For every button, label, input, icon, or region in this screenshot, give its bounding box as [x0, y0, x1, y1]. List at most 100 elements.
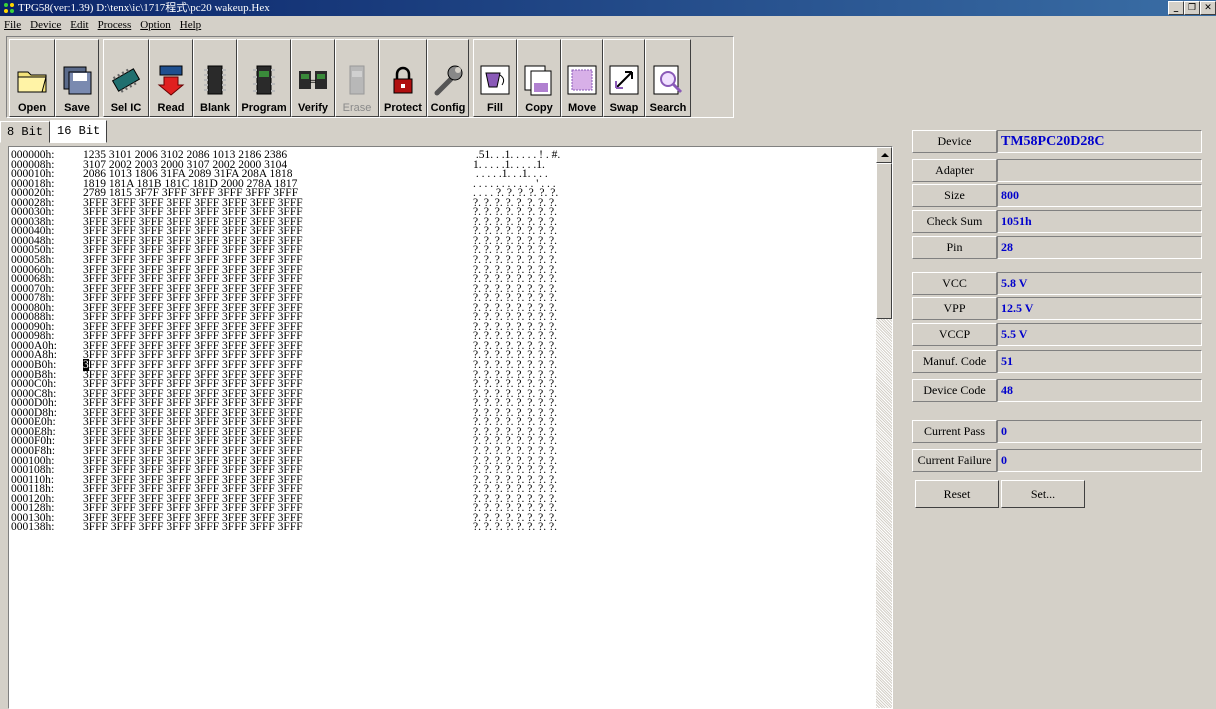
pin-label: Pin [912, 236, 997, 259]
current-failure-label: Current Failure [912, 449, 997, 472]
vertical-scrollbar[interactable] [876, 147, 892, 708]
size-label: Size [912, 184, 997, 207]
svg-text:=: = [309, 77, 317, 87]
menu-process[interactable]: Process [98, 19, 132, 31]
menu-help[interactable]: Help [180, 19, 201, 31]
checksum-value: 1051h [997, 210, 1202, 233]
menu-device[interactable]: Device [30, 19, 61, 31]
reset-button[interactable]: Reset [915, 480, 999, 508]
chip-icon [111, 68, 141, 93]
menu-option[interactable]: Option [140, 19, 171, 31]
scroll-up-button[interactable] [876, 147, 892, 163]
verify-button[interactable]: = Verify [291, 39, 335, 117]
hex-address: 000138h: [11, 521, 55, 534]
copy-icon [524, 65, 552, 96]
verify-icon: = [299, 71, 327, 89]
fill-icon [480, 65, 510, 95]
device-code-value: 48 [997, 379, 1202, 402]
menu-device-label: Device [30, 19, 62, 31]
vcc-label: VCC [912, 272, 997, 295]
select-ic-button[interactable]: Sel IC [103, 39, 149, 117]
read-label: Read [157, 102, 185, 114]
swap-icon [609, 65, 639, 95]
save-icon [63, 66, 92, 95]
scroll-thumb[interactable] [876, 163, 892, 319]
protect-label: Protect [384, 102, 422, 114]
checksum-label: Check Sum [912, 210, 997, 233]
vcc-value: 5.8 V [997, 272, 1202, 295]
program-button[interactable]: Program [237, 39, 291, 117]
select-ic-label: Sel IC [110, 102, 142, 114]
tab-8-bit[interactable]: 8 Bit [0, 121, 51, 143]
adapter-label: Adapter [912, 159, 997, 182]
menu-edit[interactable]: Edit [70, 19, 88, 31]
window-controls: _ ❐ ✕ [1168, 1, 1216, 15]
adapter-value [997, 159, 1202, 182]
vccp-value: 5.5 V [997, 323, 1202, 346]
swap-button[interactable]: Swap [603, 39, 645, 117]
current-pass-value: 0 [997, 420, 1202, 443]
vcc-row: VCC 5.8 V [912, 272, 1202, 295]
hex-lines: 000000h: 1235 3101 2006 3102 2086 1013 21… [11, 150, 633, 534]
search-button[interactable]: Search [645, 39, 691, 117]
manuf-code-row: Manuf. Code 51 [912, 350, 1202, 373]
folder-icon [17, 71, 47, 93]
blank-label: Blank [200, 102, 230, 114]
title-bar: TPG58(ver:1.39) D:\tenx\ic\1717程式\pc20 w… [0, 0, 1216, 16]
device-code-row: Device Code 48 [912, 379, 1202, 402]
save-label: Save [64, 102, 90, 114]
copy-label: Copy [525, 102, 553, 114]
current-failure-row: Current Failure 0 [912, 449, 1202, 472]
protect-button[interactable]: Protect [379, 39, 427, 117]
blank-button[interactable]: Blank [193, 39, 237, 117]
copy-button[interactable]: Copy [517, 39, 561, 117]
view-tabs: 8 Bit 16 Bit [0, 120, 108, 143]
vccp-label: VCCP [912, 323, 997, 346]
manuf-code-value: 51 [997, 350, 1202, 373]
device-label: Device [912, 130, 997, 153]
open-label: Open [17, 102, 47, 114]
erase-label: Erase [342, 102, 372, 114]
config-label: Config [430, 102, 466, 114]
toolbar: Open Save Sel IC Read Blank Program = Ve… [6, 36, 734, 118]
manuf-code-label: Manuf. Code [912, 350, 997, 373]
save-button[interactable]: Save [55, 39, 99, 117]
hex-row[interactable]: 000138h: 3FFF 3FFF 3FFF 3FFF 3FFF 3FFF 3F… [11, 521, 633, 534]
open-button[interactable]: Open [9, 39, 55, 117]
window-title: TPG58(ver:1.39) D:\tenx\ic\1717程式\pc20 w… [18, 2, 270, 14]
set-button[interactable]: Set... [1001, 480, 1085, 508]
move-label: Move [567, 102, 597, 114]
hex-words[interactable]: 3FFF 3FFF 3FFF 3FFF 3FFF 3FFF 3FFF 3FFF [83, 522, 473, 533]
erase-button[interactable]: Erase [335, 39, 379, 117]
tab-16-bit[interactable]: 16 Bit [50, 120, 108, 143]
read-icon [157, 65, 185, 96]
menu-file[interactable]: File [4, 19, 21, 31]
vpp-row: VPP 12.5 V [912, 297, 1202, 320]
erase-icon [349, 65, 365, 95]
program-icon [253, 65, 275, 95]
current-failure-value: 0 [997, 449, 1202, 472]
checksum-row: Check Sum 1051h [912, 210, 1202, 233]
device-value: TM58PC20D28C [997, 130, 1202, 153]
menu-edit-label: Edit [70, 19, 89, 31]
verify-label: Verify [298, 102, 328, 114]
adapter-row: Adapter [912, 159, 1202, 182]
move-icon [567, 65, 597, 95]
read-button[interactable]: Read [149, 39, 193, 117]
minimize-button[interactable]: _ [1168, 1, 1184, 15]
vpp-value: 12.5 V [997, 297, 1202, 320]
restore-button[interactable]: ❐ [1184, 1, 1200, 15]
close-button[interactable]: ✕ [1200, 1, 1216, 15]
config-button[interactable]: Config [427, 39, 469, 117]
move-button[interactable]: Move [561, 39, 603, 117]
menu-help-label: Help [179, 19, 202, 31]
current-pass-label: Current Pass [912, 420, 997, 443]
fill-button[interactable]: Fill [473, 39, 517, 117]
menu-option-label: Option [140, 19, 171, 31]
hex-editor[interactable]: 000000h: 1235 3101 2006 3102 2086 1013 21… [8, 146, 893, 709]
pin-value: 28 [997, 236, 1202, 259]
menu-process-label: Process [97, 19, 132, 31]
device-code-label: Device Code [912, 379, 997, 402]
blank-icon [204, 65, 226, 95]
fill-label: Fill [487, 102, 503, 114]
